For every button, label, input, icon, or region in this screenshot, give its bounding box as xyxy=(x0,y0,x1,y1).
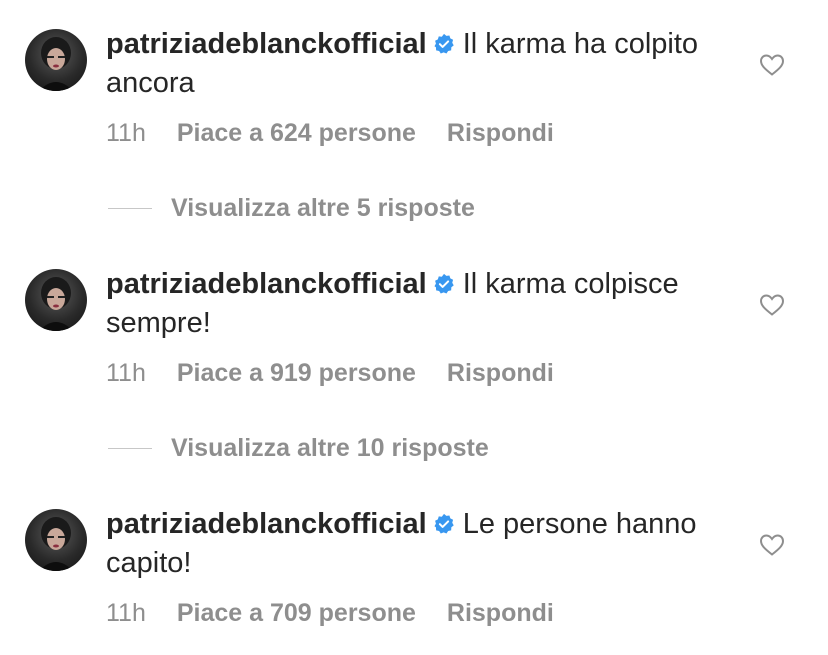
view-replies-button[interactable]: Visualizza altre 10 risposte xyxy=(108,434,489,463)
avatar-photo xyxy=(39,37,73,91)
timestamp: 11h xyxy=(106,359,146,387)
reply-button[interactable]: Rispondi xyxy=(447,359,554,387)
avatar[interactable] xyxy=(25,269,87,331)
heart-outline-icon[interactable] xyxy=(759,53,785,77)
comment-meta: 11h Piace a 919 persone Rispondi xyxy=(106,359,585,388)
avatar[interactable] xyxy=(25,509,87,571)
likes-count[interactable]: Piace a 709 persone xyxy=(177,599,416,627)
username[interactable]: patriziadeblanckofficial xyxy=(106,28,427,60)
heart-outline-icon[interactable] xyxy=(759,293,785,317)
comment-meta: 11h Piace a 624 persone Rispondi xyxy=(106,119,585,148)
reply-button[interactable]: Rispondi xyxy=(447,599,554,627)
verified-badge-icon xyxy=(434,513,454,534)
avatar-photo xyxy=(39,277,73,331)
heart-outline-icon[interactable] xyxy=(759,533,785,557)
timestamp: 11h xyxy=(106,599,146,627)
comment-text-block: patriziadeblanckofficial Le persone hanno… xyxy=(106,505,706,583)
verified-badge-icon xyxy=(434,273,454,294)
reply-button[interactable]: Rispondi xyxy=(447,119,554,147)
divider-line xyxy=(108,448,152,449)
likes-count[interactable]: Piace a 624 persone xyxy=(177,119,416,147)
verified-badge-icon xyxy=(434,33,454,54)
comment-meta: 11h Piace a 709 persone Rispondi xyxy=(106,599,585,628)
divider-line xyxy=(108,208,152,209)
username[interactable]: patriziadeblanckofficial xyxy=(106,268,427,300)
username[interactable]: patriziadeblanckofficial xyxy=(106,508,427,540)
view-replies-button[interactable]: Visualizza altre 5 risposte xyxy=(108,194,475,223)
view-replies-label: Visualizza altre 10 risposte xyxy=(171,434,489,462)
avatar[interactable] xyxy=(25,29,87,91)
timestamp: 11h xyxy=(106,119,146,147)
comment-text-block: patriziadeblanckofficial Il karma colpisc… xyxy=(106,265,706,343)
avatar-photo xyxy=(39,517,73,571)
likes-count[interactable]: Piace a 919 persone xyxy=(177,359,416,387)
view-replies-label: Visualizza altre 5 risposte xyxy=(171,194,475,222)
comment-text-block: patriziadeblanckofficial Il karma ha colp… xyxy=(106,25,706,103)
